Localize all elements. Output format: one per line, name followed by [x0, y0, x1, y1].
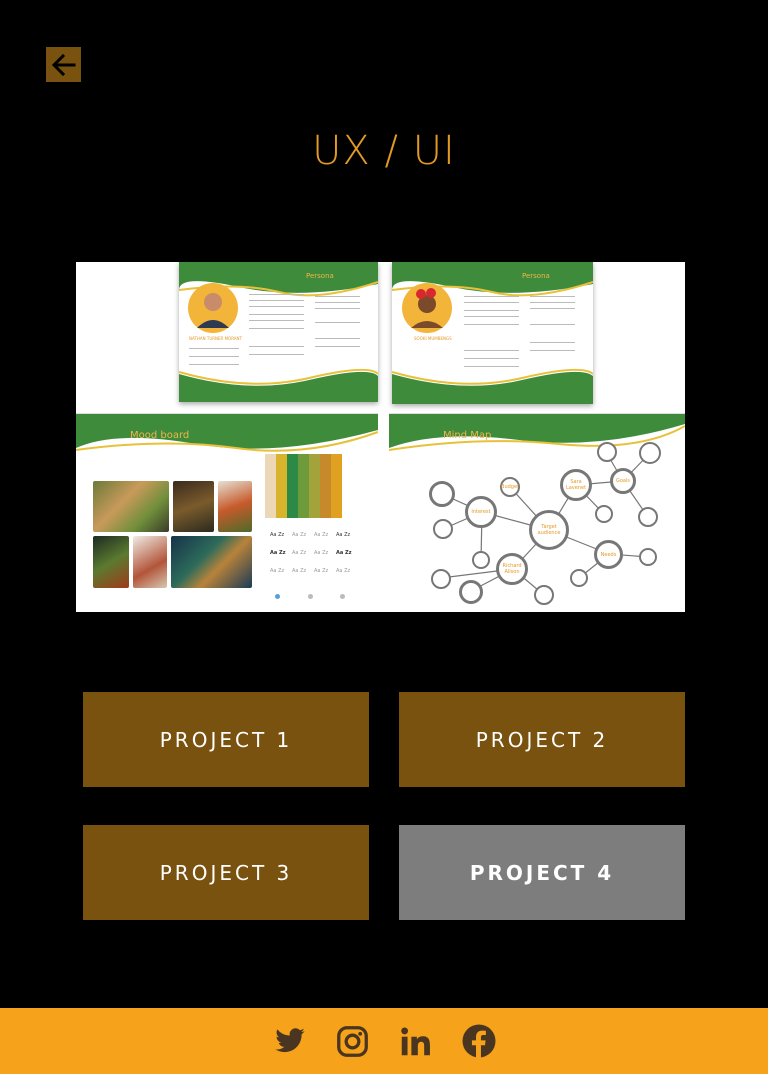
mood-board-title: Mood board	[130, 430, 190, 441]
mind-map-node	[534, 585, 554, 605]
page-title: UX / UI	[312, 128, 456, 174]
project-preview-image: Persona NATHAN TURNER MORANT Persona SOO…	[76, 262, 685, 612]
project-3-button[interactable]: PROJECT 3	[83, 825, 369, 920]
type-sample: Aa Zz	[314, 568, 329, 574]
mind-map-slide: Mind Map Target audience Interest Richar…	[389, 413, 685, 612]
mind-map-node	[429, 481, 455, 507]
project-4-button[interactable]: PROJECT 4	[399, 825, 685, 920]
avatar	[402, 283, 452, 333]
mind-map-node: Budget	[500, 477, 520, 497]
type-sample: Aa Zz	[270, 550, 286, 556]
mind-map-node	[459, 580, 483, 604]
mind-map-node	[595, 505, 613, 523]
type-sample: Aa Zz	[314, 550, 329, 556]
mind-map-node	[433, 519, 453, 539]
type-sample: Aa Zz	[270, 568, 285, 574]
arrow-left-icon	[51, 53, 75, 76]
type-sample: Aa Zz	[270, 532, 285, 538]
mind-map-node: Needs	[594, 540, 623, 569]
project-1-button[interactable]: PROJECT 1	[83, 692, 369, 787]
mind-map-node	[638, 507, 658, 527]
persona-title-2: Persona	[522, 272, 550, 280]
mind-map-node	[639, 548, 657, 566]
linkedin-icon[interactable]	[397, 1023, 434, 1060]
type-sample: Aa Zz	[336, 532, 351, 538]
mind-map-node: Sara Lavenet	[560, 469, 592, 501]
persona-slide-1: Persona NATHAN TURNER MORANT	[179, 262, 378, 402]
instagram-icon[interactable]	[334, 1023, 371, 1060]
mind-map-node	[597, 442, 617, 462]
facebook-icon[interactable]	[460, 1023, 497, 1060]
avatar	[188, 283, 238, 333]
project-2-button[interactable]: PROJECT 2	[399, 692, 685, 787]
persona-name-2: SOOKI MUMBENGS	[414, 336, 452, 341]
type-sample: Aa Zz	[336, 550, 352, 556]
mood-board-slide: Mood board Aa Zz Aa Zz Aa Zz Aa Zz Aa Zz…	[76, 413, 378, 612]
persona-slide-2: Persona SOOKI MUMBENGS	[392, 262, 593, 404]
persona-name: NATHAN TURNER MORANT	[189, 336, 242, 341]
back-button[interactable]	[46, 47, 81, 82]
mind-map-node: Richard Alison	[496, 553, 528, 585]
twitter-icon[interactable]	[271, 1023, 308, 1060]
type-sample: Aa Zz	[292, 568, 307, 574]
type-sample: Aa Zz	[292, 532, 307, 538]
mind-map-node-central: Target audience	[529, 510, 569, 550]
type-sample: Aa Zz	[292, 550, 307, 556]
mind-map-node	[431, 569, 451, 589]
type-sample: Aa Zz	[336, 568, 351, 574]
mind-map-node: Interest	[465, 496, 497, 528]
mind-map-title: Mind Map	[443, 430, 492, 441]
persona-title: Persona	[306, 272, 334, 280]
mind-map-node	[639, 442, 661, 464]
mind-map-node: Goals	[610, 468, 636, 494]
type-sample: Aa Zz	[314, 532, 329, 538]
footer	[0, 1008, 768, 1074]
mind-map-node	[570, 569, 588, 587]
mind-map-node	[472, 551, 490, 569]
